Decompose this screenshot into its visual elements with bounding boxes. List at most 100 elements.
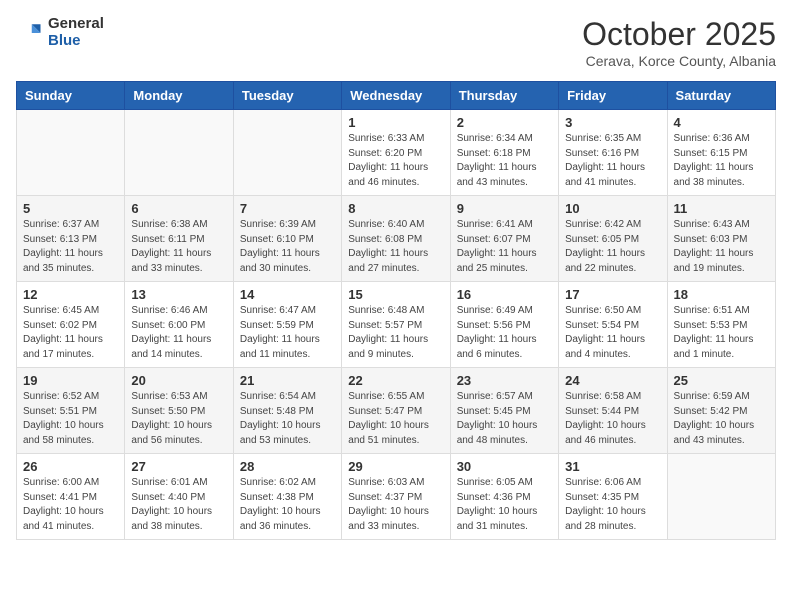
day-info: Sunrise: 6:37 AM Sunset: 6:13 PM Dayligh… [23, 218, 118, 276]
day-info: Sunrise: 6:46 AM Sunset: 6:00 PM Dayligh… [131, 304, 226, 362]
logo: General Blue [16, 16, 104, 49]
day-info: Sunrise: 6:36 AM Sunset: 6:15 PM Dayligh… [674, 132, 769, 190]
location-subtitle: Cerava, Korce County, Albania [582, 53, 776, 69]
title-section: October 2025 Cerava, Korce County, Alban… [582, 16, 776, 69]
day-number: 24 [565, 373, 660, 388]
day-number: 7 [240, 201, 335, 216]
day-info: Sunrise: 6:38 AM Sunset: 6:11 PM Dayligh… [131, 218, 226, 276]
calendar-cell [17, 110, 125, 196]
calendar-cell: 20 Sunrise: 6:53 AM Sunset: 5:50 PM Dayli… [125, 368, 233, 454]
calendar-cell: 12Sunrise: 6:45 AM Sunset: 6:02 PM Dayli… [17, 282, 125, 368]
day-info: Sunrise: 6:43 AM Sunset: 6:03 PM Dayligh… [674, 218, 769, 276]
calendar-cell: 18Sunrise: 6:51 AM Sunset: 5:53 PM Dayli… [667, 282, 775, 368]
calendar-cell: 9 Sunrise: 6:41 AM Sunset: 6:07 PM Daylig… [450, 196, 558, 282]
calendar-cell: 23 Sunrise: 6:57 AM Sunset: 5:45 PM Dayli… [450, 368, 558, 454]
day-info: Sunrise: 6:59 AM Sunset: 5:42 PM Dayligh… [674, 390, 769, 448]
calendar-cell [125, 110, 233, 196]
logo-blue: Blue [48, 33, 104, 50]
day-number: 1 [348, 115, 443, 130]
day-info: Sunrise: 6:34 AM Sunset: 6:18 PM Dayligh… [457, 132, 552, 190]
calendar-cell: 3Sunrise: 6:35 AM Sunset: 6:16 PM Daylig… [559, 110, 667, 196]
logo-icon [16, 19, 44, 47]
day-number: 15 [348, 287, 443, 302]
day-number: 16 [457, 287, 552, 302]
day-info: Sunrise: 6:54 AM Sunset: 5:48 PM Dayligh… [240, 390, 335, 448]
calendar-cell: 14 Sunrise: 6:47 AM Sunset: 5:59 PM Dayli… [233, 282, 341, 368]
day-info: Sunrise: 6:06 AM Sunset: 4:35 PM Dayligh… [565, 476, 660, 534]
day-number: 27 [131, 459, 226, 474]
logo-general: General [48, 16, 104, 33]
day-number: 25 [674, 373, 769, 388]
calendar-week-row: 1 Sunrise: 6:33 AM Sunset: 6:20 PM Daylig… [17, 110, 776, 196]
calendar-cell: 26 Sunrise: 6:00 AM Sunset: 4:41 PM Dayli… [17, 454, 125, 540]
calendar-cell: 4 Sunrise: 6:36 AM Sunset: 6:15 PM Daylig… [667, 110, 775, 196]
day-info: Sunrise: 6:40 AM Sunset: 6:08 PM Dayligh… [348, 218, 443, 276]
day-number: 14 [240, 287, 335, 302]
day-info: Sunrise: 6:02 AM Sunset: 4:38 PM Dayligh… [240, 476, 335, 534]
day-number: 9 [457, 201, 552, 216]
header-thursday: Thursday [450, 82, 558, 110]
calendar-cell: 22Sunrise: 6:55 AM Sunset: 5:47 PM Dayli… [342, 368, 450, 454]
calendar-cell: 1 Sunrise: 6:33 AM Sunset: 6:20 PM Daylig… [342, 110, 450, 196]
header-sunday: Sunday [17, 82, 125, 110]
day-info: Sunrise: 6:42 AM Sunset: 6:05 PM Dayligh… [565, 218, 660, 276]
calendar-cell: 30 Sunrise: 6:05 AM Sunset: 4:36 PM Dayli… [450, 454, 558, 540]
calendar-cell: 21 Sunrise: 6:54 AM Sunset: 5:48 PM Dayli… [233, 368, 341, 454]
calendar-cell: 10Sunrise: 6:42 AM Sunset: 6:05 PM Dayli… [559, 196, 667, 282]
day-info: Sunrise: 6:49 AM Sunset: 5:56 PM Dayligh… [457, 304, 552, 362]
calendar-cell: 11 Sunrise: 6:43 AM Sunset: 6:03 PM Dayli… [667, 196, 775, 282]
calendar-cell: 13 Sunrise: 6:46 AM Sunset: 6:00 PM Dayli… [125, 282, 233, 368]
day-number: 22 [348, 373, 443, 388]
day-info: Sunrise: 6:00 AM Sunset: 4:41 PM Dayligh… [23, 476, 118, 534]
day-number: 21 [240, 373, 335, 388]
day-number: 17 [565, 287, 660, 302]
calendar-cell [667, 454, 775, 540]
calendar-cell: 31 Sunrise: 6:06 AM Sunset: 4:35 PM Dayli… [559, 454, 667, 540]
header-tuesday: Tuesday [233, 82, 341, 110]
calendar-week-row: 26 Sunrise: 6:00 AM Sunset: 4:41 PM Dayli… [17, 454, 776, 540]
calendar-week-row: 19Sunrise: 6:52 AM Sunset: 5:51 PM Dayli… [17, 368, 776, 454]
day-number: 5 [23, 201, 118, 216]
calendar-week-row: 5 Sunrise: 6:37 AM Sunset: 6:13 PM Daylig… [17, 196, 776, 282]
day-info: Sunrise: 6:48 AM Sunset: 5:57 PM Dayligh… [348, 304, 443, 362]
calendar-cell: 6Sunrise: 6:38 AM Sunset: 6:11 PM Daylig… [125, 196, 233, 282]
calendar-cell: 25 Sunrise: 6:59 AM Sunset: 5:42 PM Dayli… [667, 368, 775, 454]
day-number: 23 [457, 373, 552, 388]
calendar-cell [233, 110, 341, 196]
calendar-cell: 7 Sunrise: 6:39 AM Sunset: 6:10 PM Daylig… [233, 196, 341, 282]
header-friday: Friday [559, 82, 667, 110]
calendar-cell: 5 Sunrise: 6:37 AM Sunset: 6:13 PM Daylig… [17, 196, 125, 282]
day-number: 30 [457, 459, 552, 474]
day-info: Sunrise: 6:58 AM Sunset: 5:44 PM Dayligh… [565, 390, 660, 448]
day-info: Sunrise: 6:52 AM Sunset: 5:51 PM Dayligh… [23, 390, 118, 448]
day-info: Sunrise: 6:50 AM Sunset: 5:54 PM Dayligh… [565, 304, 660, 362]
calendar-cell: 28 Sunrise: 6:02 AM Sunset: 4:38 PM Dayli… [233, 454, 341, 540]
day-info: Sunrise: 6:53 AM Sunset: 5:50 PM Dayligh… [131, 390, 226, 448]
day-number: 29 [348, 459, 443, 474]
header-monday: Monday [125, 82, 233, 110]
day-number: 20 [131, 373, 226, 388]
day-info: Sunrise: 6:41 AM Sunset: 6:07 PM Dayligh… [457, 218, 552, 276]
calendar-cell: 29Sunrise: 6:03 AM Sunset: 4:37 PM Dayli… [342, 454, 450, 540]
day-number: 3 [565, 115, 660, 130]
calendar-week-row: 12Sunrise: 6:45 AM Sunset: 6:02 PM Dayli… [17, 282, 776, 368]
day-number: 26 [23, 459, 118, 474]
day-info: Sunrise: 6:39 AM Sunset: 6:10 PM Dayligh… [240, 218, 335, 276]
header-wednesday: Wednesday [342, 82, 450, 110]
day-number: 13 [131, 287, 226, 302]
calendar-cell: 15 Sunrise: 6:48 AM Sunset: 5:57 PM Dayli… [342, 282, 450, 368]
day-info: Sunrise: 6:47 AM Sunset: 5:59 PM Dayligh… [240, 304, 335, 362]
month-title: October 2025 [582, 16, 776, 53]
day-number: 28 [240, 459, 335, 474]
calendar-cell: 8Sunrise: 6:40 AM Sunset: 6:08 PM Daylig… [342, 196, 450, 282]
day-info: Sunrise: 6:51 AM Sunset: 5:53 PM Dayligh… [674, 304, 769, 362]
day-info: Sunrise: 6:57 AM Sunset: 5:45 PM Dayligh… [457, 390, 552, 448]
page-header: General Blue October 2025 Cerava, Korce … [16, 16, 776, 69]
calendar-cell: 2Sunrise: 6:34 AM Sunset: 6:18 PM Daylig… [450, 110, 558, 196]
day-number: 11 [674, 201, 769, 216]
day-info: Sunrise: 6:05 AM Sunset: 4:36 PM Dayligh… [457, 476, 552, 534]
calendar-cell: 19Sunrise: 6:52 AM Sunset: 5:51 PM Dayli… [17, 368, 125, 454]
day-number: 31 [565, 459, 660, 474]
day-info: Sunrise: 6:33 AM Sunset: 6:20 PM Dayligh… [348, 132, 443, 190]
day-number: 4 [674, 115, 769, 130]
